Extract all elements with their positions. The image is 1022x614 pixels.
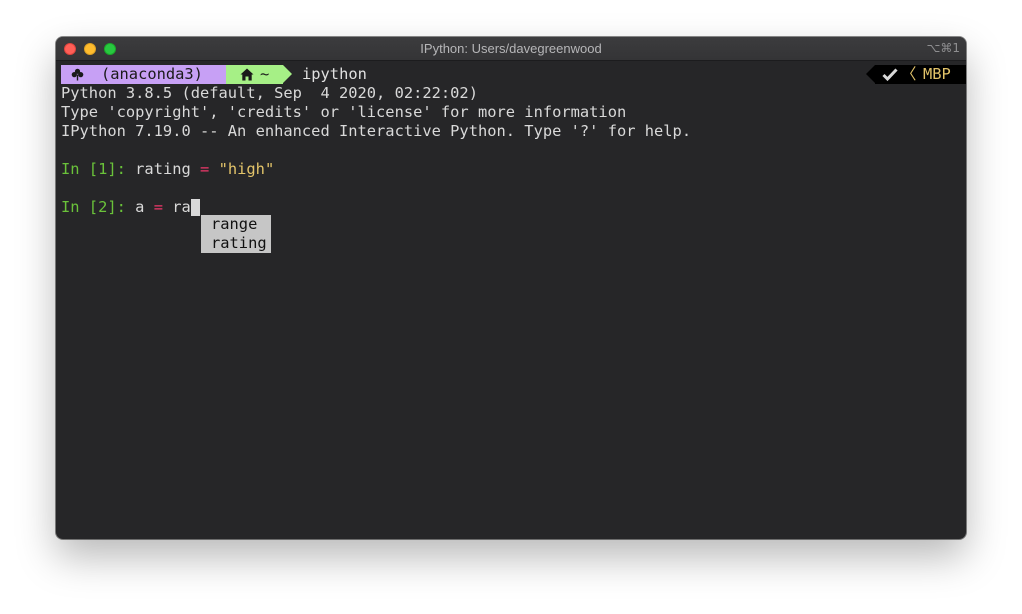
terminal-window: IPython: Users/davegreenwood ⌥⌘1 (anacon… bbox=[56, 37, 966, 539]
dir-segment: ~ bbox=[226, 65, 283, 84]
banner-line: Type 'copyright', 'credits' or 'license'… bbox=[61, 103, 627, 121]
banner-line: Python 3.8.5 (default, Sep 4 2020, 02:22… bbox=[61, 84, 478, 102]
shell-prompt-line: (anaconda3) ~ ipython 〈 MBP bbox=[61, 65, 966, 84]
code-partial-input: ra bbox=[172, 198, 191, 216]
completion-item-rating[interactable]: rating bbox=[201, 234, 271, 253]
window-title: IPython: Users/davegreenwood bbox=[420, 41, 602, 56]
typed-command: ipython bbox=[302, 65, 367, 83]
input-cell-2[interactable]: In [2]: a = ra bbox=[61, 198, 200, 217]
right-prompt: 〈 MBP bbox=[866, 65, 966, 84]
env-name: (anaconda3) bbox=[101, 65, 203, 83]
autocomplete-menu[interactable]: range rating bbox=[201, 215, 271, 253]
text-cursor bbox=[190, 199, 200, 216]
env-segment: (anaconda3) bbox=[61, 65, 226, 84]
right-prompt-separator: 〈 bbox=[901, 65, 917, 83]
code-variable: a bbox=[135, 198, 145, 216]
banner-line: IPython 7.19.0 -- An enhanced Interactiv… bbox=[61, 122, 692, 140]
host-name: MBP bbox=[923, 65, 951, 83]
completion-item-range[interactable]: range bbox=[201, 215, 271, 234]
code-variable: rating bbox=[135, 160, 191, 178]
window-shortcut: ⌥⌘1 bbox=[926, 41, 960, 55]
dir-name: ~ bbox=[260, 65, 270, 83]
segment-arrow bbox=[866, 65, 875, 83]
input-prompt: In [2]: bbox=[61, 198, 126, 216]
code-operator: = bbox=[200, 160, 210, 178]
input-cell-1: In [1]: rating = "high" bbox=[61, 160, 274, 179]
segment-arrow bbox=[283, 65, 292, 83]
input-prompt: In [1]: bbox=[61, 160, 126, 178]
clover-icon bbox=[71, 68, 84, 81]
home-icon bbox=[240, 68, 254, 81]
title-bar[interactable]: IPython: Users/davegreenwood ⌥⌘1 bbox=[56, 37, 966, 61]
checkmark-icon bbox=[882, 68, 898, 82]
code-string: "high" bbox=[218, 160, 275, 178]
code-operator: = bbox=[153, 198, 163, 216]
